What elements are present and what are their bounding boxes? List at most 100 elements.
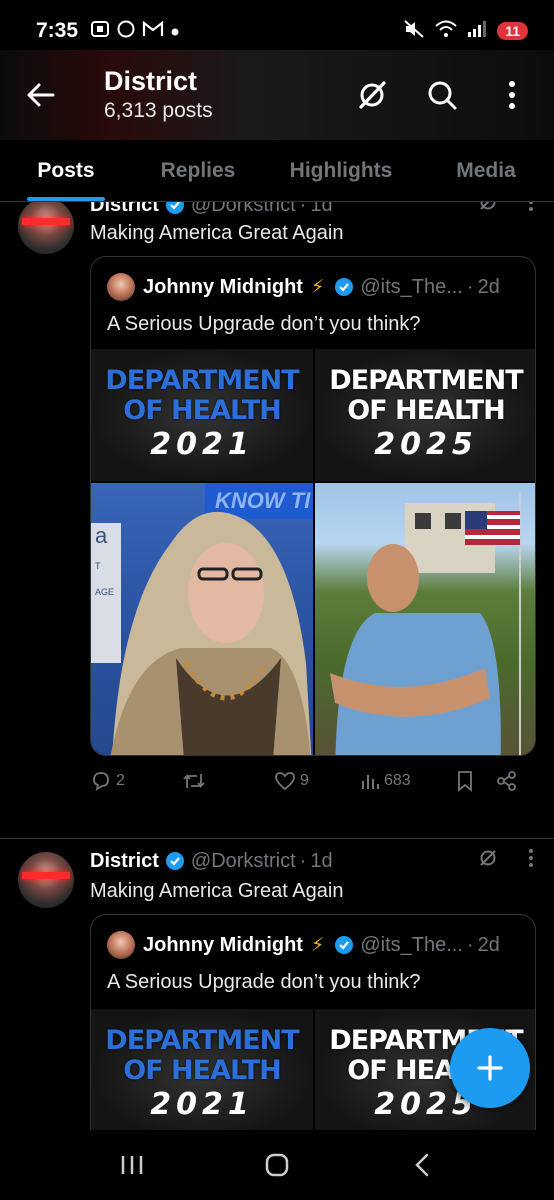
more-menu-icon[interactable] <box>492 75 532 115</box>
bookmark-button[interactable] <box>456 770 496 792</box>
post-text: Making America Great Again <box>90 222 344 244</box>
grok-icon[interactable] <box>478 848 498 874</box>
lightning-icon: ⚡ <box>310 934 325 956</box>
quote-author-name[interactable]: Johnny Midnight <box>143 276 303 299</box>
signal-icon <box>467 20 487 43</box>
like-button[interactable]: 9 <box>274 771 360 791</box>
battery-level: 11 <box>505 23 520 39</box>
lightning-icon: ⚡ <box>310 276 325 298</box>
quote-author-handle: @its_The... <box>360 933 463 956</box>
post-time: 1d <box>310 202 333 216</box>
quote-author-name[interactable]: Johnny Midnight <box>143 934 303 957</box>
verified-badge-icon <box>165 202 185 215</box>
author-name[interactable]: District <box>90 850 159 873</box>
avatar[interactable] <box>18 852 74 908</box>
tab-posts[interactable]: Posts <box>0 140 132 201</box>
views-icon <box>362 775 379 789</box>
avatar[interactable] <box>18 202 74 254</box>
author-handle: @Dorkstrict <box>190 849 296 872</box>
reply-button[interactable]: 2 <box>90 770 182 792</box>
grok-icon[interactable] <box>352 75 392 115</box>
back-arrow-icon[interactable] <box>22 77 58 113</box>
photo-right: ZM <box>315 483 535 755</box>
quote-avatar[interactable] <box>107 931 135 959</box>
verified-badge-icon <box>165 851 185 871</box>
quote-text: A Serious Upgrade don’t you think? <box>107 313 421 335</box>
post-item[interactable]: District @Dorkstrict · 1d Making America… <box>0 202 554 840</box>
tab-highlights[interactable]: Highlights <box>264 140 418 201</box>
panel-heading: DEPARTMENT <box>105 365 299 396</box>
status-bar: 7:35 11 <box>0 0 554 62</box>
tab-label: Highlights <box>289 158 393 182</box>
quoted-post[interactable]: Johnny Midnight ⚡ @its_The... · 2d A Ser… <box>90 256 536 756</box>
person-silhouette <box>330 493 521 755</box>
bookmark-icon <box>458 771 472 792</box>
tab-replies[interactable]: Replies <box>132 140 264 201</box>
like-count: 9 <box>300 772 309 789</box>
person-silhouette <box>110 511 312 755</box>
dot-icon <box>170 21 180 42</box>
panel-heading: OF HEALTH <box>123 395 281 426</box>
post-text: Making America Great Again <box>90 880 344 902</box>
chat-icon <box>116 19 136 44</box>
mute-icon <box>403 19 425 44</box>
post-actions: 2 9 683 <box>90 770 530 792</box>
tab-label: Media <box>456 158 516 182</box>
battery-icon: 11 <box>497 22 528 40</box>
media-panel-2025: DEPARTMENT OF HEALTH 2025 <box>315 349 535 481</box>
media-panel-2021: DEPARTMENT OF HEALTH 2021 <box>91 1009 313 1130</box>
verified-badge-icon <box>334 277 354 297</box>
panel-year: 2025 <box>374 427 478 462</box>
panel-heading: OF HEALTH <box>347 395 505 426</box>
post-menu-icon[interactable] <box>528 202 534 218</box>
posts-feed: District @Dorkstrict · 1d Making America… <box>0 202 554 1130</box>
share-button[interactable] <box>496 770 518 792</box>
active-tab-indicator <box>27 197 105 201</box>
profile-header: District 6,313 posts <box>0 50 554 140</box>
system-nav-bar <box>0 1130 554 1200</box>
tab-label: Replies <box>160 158 236 182</box>
media-panel-2021: DEPARTMENT OF HEALTH 2021 <box>91 349 313 481</box>
compose-post-button[interactable] <box>450 1028 530 1108</box>
plus-icon <box>477 1055 503 1081</box>
reply-icon <box>93 772 109 791</box>
wifi-icon <box>435 20 457 43</box>
quote-text: A Serious Upgrade don’t you think? <box>107 971 421 993</box>
photo-left: KNOW TI a T AGE <box>91 483 313 755</box>
search-icon[interactable] <box>422 75 462 115</box>
profile-tabs: Posts Replies Highlights Media <box>0 140 554 202</box>
author-name[interactable]: District <box>90 202 159 217</box>
quote-avatar[interactable] <box>107 273 135 301</box>
panel-year: 2021 <box>150 1087 254 1122</box>
grok-icon[interactable] <box>478 202 498 218</box>
post-count: 6,313 posts <box>104 99 213 122</box>
page-title: District <box>104 66 198 96</box>
quote-time: 2d <box>477 275 500 298</box>
heart-icon <box>275 772 295 791</box>
repost-icon <box>183 773 205 789</box>
recent-apps-icon[interactable] <box>112 1145 152 1185</box>
quote-media[interactable]: DEPARTMENT OF HEALTH 2021 DEPARTMENT OF … <box>91 349 535 755</box>
back-icon[interactable] <box>402 1145 442 1185</box>
verified-badge-icon <box>334 935 354 955</box>
view-count: 683 <box>384 772 411 789</box>
post-menu-icon[interactable] <box>528 848 534 874</box>
repost-button[interactable] <box>182 770 274 792</box>
home-icon[interactable] <box>257 1145 297 1185</box>
panel-heading: DEPARTMENT <box>105 1025 299 1056</box>
panel-year: 2021 <box>150 427 254 462</box>
reply-count: 2 <box>116 772 125 789</box>
quote-author-handle: @its_The... <box>360 275 463 298</box>
tab-label: Posts <box>37 158 95 182</box>
post-divider <box>0 838 554 839</box>
tab-media[interactable]: Media <box>418 140 554 201</box>
author-handle: @Dorkstrict <box>190 202 296 216</box>
screenshot-icon <box>90 19 110 44</box>
post-time: 1d <box>310 849 333 872</box>
status-time: 7:35 <box>36 19 79 42</box>
views-button[interactable]: 683 <box>360 771 456 791</box>
panel-heading: OF HEALTH <box>123 1055 281 1086</box>
share-icon <box>497 771 516 791</box>
quote-time: 2d <box>477 933 500 956</box>
gmail-icon <box>142 20 164 43</box>
